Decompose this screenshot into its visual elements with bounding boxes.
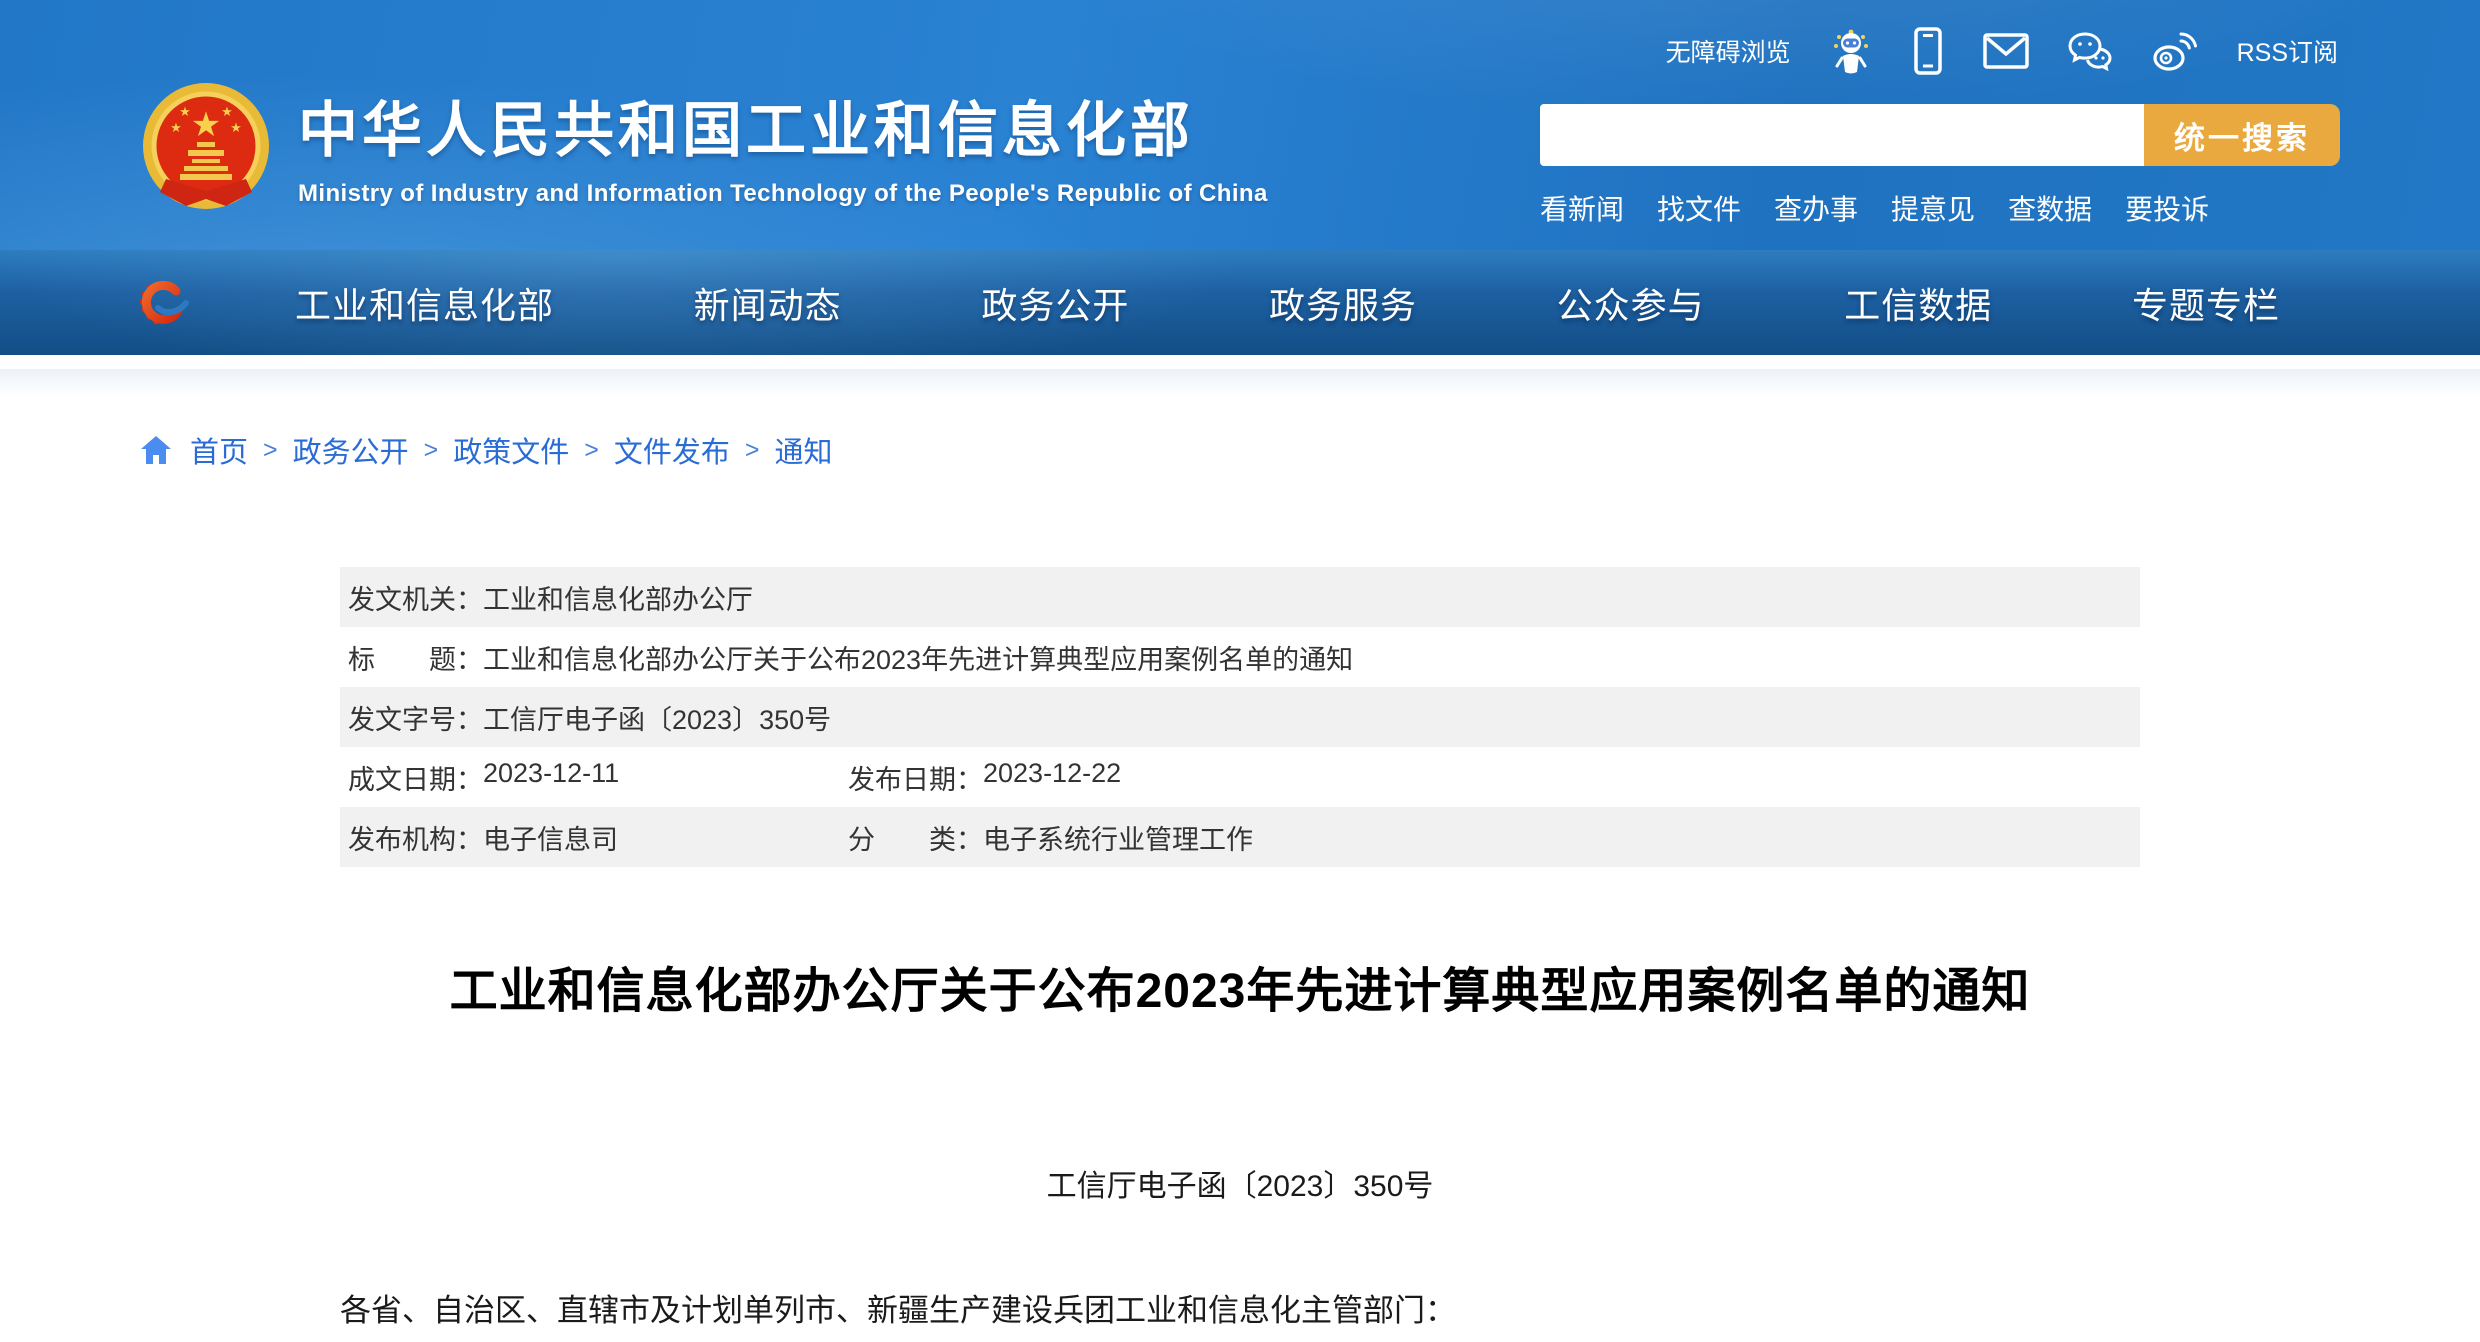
- doc-meta-row-doc-number: 发文字号： 工信厅电子函〔2023〕350号: [340, 687, 2140, 747]
- svg-text:★: ★: [221, 104, 233, 119]
- doc-meta-table: 发文机关： 工业和信息化部办公厅 标 题： 工业和信息化部办公厅关于公布2023…: [340, 567, 2140, 867]
- breadcrumb-separator: >: [424, 436, 439, 465]
- quick-link-news[interactable]: 看新闻: [1540, 188, 1624, 228]
- breadcrumb-separator: >: [745, 436, 760, 465]
- quick-link-data[interactable]: 查数据: [2008, 188, 2092, 228]
- search-area: 统一搜索 看新闻 找文件 查办事 提意见 查数据 要投诉: [1540, 104, 2340, 228]
- nav-item-topics[interactable]: 专题专栏: [2132, 277, 2280, 329]
- wechat-icon[interactable]: [2067, 31, 2113, 71]
- meta-label: 发布日期：: [848, 758, 983, 797]
- doc-meta-row-issuing-agency: 发文机关： 工业和信息化部办公厅: [340, 567, 2140, 627]
- miit-e-logo-icon: [138, 277, 190, 329]
- quick-link-complaints[interactable]: 要投诉: [2125, 188, 2209, 228]
- breadcrumb: 首页 > 政务公开 > 政策文件 > 文件发布 > 通知: [140, 429, 2480, 471]
- utility-bar: 无障碍浏览: [1666, 26, 2338, 76]
- nav-items: 工业和信息化部 新闻动态 政务公开 政务服务 公众参与 工信数据 专题专栏: [295, 250, 2280, 355]
- site-subtitle: Ministry of Industry and Information Tec…: [298, 180, 1268, 208]
- divider-strip: [0, 355, 2480, 369]
- rss-link[interactable]: RSS订阅: [2237, 33, 2338, 69]
- svg-text:★: ★: [179, 104, 191, 119]
- meta-value: 工业和信息化部办公厅关于公布2023年先进计算典型应用案例名单的通知: [483, 638, 1353, 677]
- breadcrumb-file-release[interactable]: 文件发布: [614, 429, 730, 471]
- doc-meta-row-dates: 成文日期： 2023-12-11 发布日期： 2023-12-22: [340, 747, 2140, 807]
- nav-item-participation[interactable]: 公众参与: [1557, 277, 1705, 329]
- breadcrumb-notice[interactable]: 通知: [775, 429, 833, 471]
- meta-value: 2023-12-11: [483, 758, 619, 797]
- meta-value: 工业和信息化部办公厅: [483, 578, 753, 617]
- national-emblem-icon: ★ ★ ★ ★ ★: [140, 80, 272, 220]
- nav-item-news[interactable]: 新闻动态: [694, 277, 842, 329]
- meta-value: 电子系统行业管理工作: [983, 818, 1253, 857]
- article-title: 工业和信息化部办公厅关于公布2023年先进计算典型应用案例名单的通知: [340, 951, 2140, 1021]
- search-input[interactable]: [1540, 104, 2144, 166]
- meta-label: 标 题：: [348, 638, 483, 677]
- document-content: 发文机关： 工业和信息化部办公厅 标 题： 工业和信息化部办公厅关于公布2023…: [340, 567, 2140, 1330]
- svg-text:★: ★: [170, 120, 182, 135]
- main-nav: 工业和信息化部 新闻动态 政务公开 政务服务 公众参与 工信数据 专题专栏: [0, 250, 2480, 355]
- article-doc-number: 工信厅电子函〔2023〕350号: [340, 1161, 2140, 1205]
- breadcrumb-policy-files[interactable]: 政策文件: [453, 429, 569, 471]
- svg-text:★: ★: [230, 120, 242, 135]
- breadcrumb-gov-info[interactable]: 政务公开: [293, 429, 409, 471]
- meta-label: 成文日期：: [348, 758, 483, 797]
- doc-meta-row-title: 标 题： 工业和信息化部办公厅关于公布2023年先进计算典型应用案例名单的通知: [340, 627, 2140, 687]
- doc-meta-row-publisher: 发布机构： 电子信息司 分 类： 电子系统行业管理工作: [340, 807, 2140, 867]
- meta-value: 工信厅电子函〔2023〕350号: [483, 698, 831, 737]
- meta-label: 发布机构：: [348, 818, 483, 857]
- nav-item-gov-info[interactable]: 政务公开: [981, 277, 1129, 329]
- site-logo: ★ ★ ★ ★ ★ 中华人民共和国工业和信息化部 Ministry of Ind…: [140, 80, 1268, 220]
- article-salutation: 各省、自治区、直辖市及计划单列市、新疆生产建设兵团工业和信息化主管部门：: [340, 1285, 2140, 1330]
- weibo-icon[interactable]: [2151, 30, 2199, 72]
- meta-value: 电子信息司: [483, 818, 618, 857]
- meta-value: 2023-12-22: [983, 758, 1121, 797]
- mascot-robot-icon[interactable]: [1829, 26, 1873, 76]
- breadcrumb-home[interactable]: 首页: [190, 429, 248, 471]
- meta-label: 分 类：: [848, 818, 983, 857]
- svg-text:★: ★: [191, 106, 221, 144]
- unified-search-button[interactable]: 统一搜索: [2144, 104, 2340, 166]
- breadcrumb-separator: >: [263, 436, 278, 465]
- breadcrumb-separator: >: [584, 436, 599, 465]
- quick-link-services[interactable]: 查办事: [1774, 188, 1858, 228]
- mobile-icon[interactable]: [1911, 26, 1945, 76]
- nav-item-gov-services[interactable]: 政务服务: [1269, 277, 1417, 329]
- site-header: 无障碍浏览: [0, 0, 2480, 250]
- meta-label: 发文字号：: [348, 698, 483, 737]
- site-title: 中华人民共和国工业和信息化部: [298, 98, 1268, 164]
- home-icon[interactable]: [140, 435, 172, 465]
- shadow-strip: [0, 369, 2480, 399]
- nav-item-data[interactable]: 工信数据: [1844, 277, 1992, 329]
- quick-link-suggestions[interactable]: 提意见: [1891, 188, 1975, 228]
- quick-links: 看新闻 找文件 查办事 提意见 查数据 要投诉: [1540, 188, 2340, 228]
- accessibility-link[interactable]: 无障碍浏览: [1666, 33, 1791, 69]
- quick-link-files[interactable]: 找文件: [1657, 188, 1741, 228]
- meta-label: 发文机关：: [348, 578, 483, 617]
- mail-icon[interactable]: [1983, 33, 2029, 69]
- nav-item-miit[interactable]: 工业和信息化部: [295, 277, 554, 329]
